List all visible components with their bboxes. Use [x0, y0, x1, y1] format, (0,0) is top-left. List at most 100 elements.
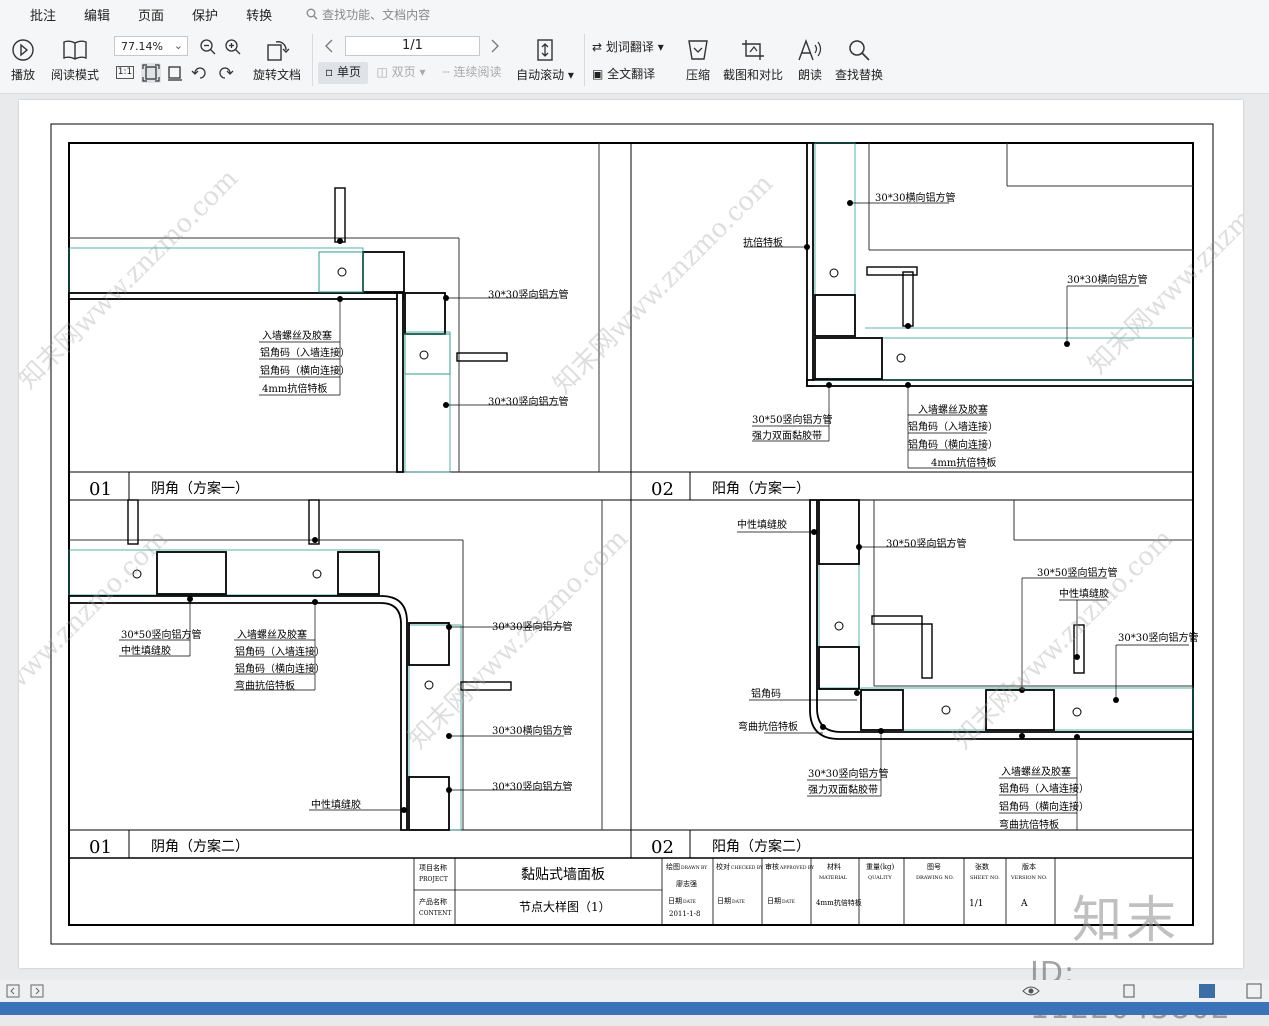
menu-edit[interactable]: 编辑 [84, 5, 110, 24]
separator [312, 34, 313, 86]
p3-label-10: 中性填缝胶 [311, 798, 361, 811]
screenshot-compare-button[interactable]: 截图和对比 [720, 38, 786, 83]
tb-drawing-no-label: 图号 [927, 863, 941, 871]
p4-label-7: 弯曲抗倍特板 [738, 720, 798, 733]
screenshot-label: 截图和对比 [722, 68, 783, 82]
continuous-read-button[interactable]: ┄ 连续阅读 [436, 62, 508, 84]
next-icon[interactable] [30, 984, 44, 998]
menu-bar: 批注 编辑 页面 保护 转换 查找功能、文档内容 [0, 0, 1269, 28]
status-bar [0, 980, 1269, 1002]
tb-weight-label: 重量(kg) [866, 863, 894, 871]
auto-scroll-label: 自动滚动 [516, 68, 565, 82]
p4-label-6: 铝角码 [751, 688, 781, 700]
menu-annotate[interactable]: 批注 [30, 5, 56, 24]
p3-label-4: 入墙螺丝及胶塞 [237, 628, 307, 641]
next-page-icon[interactable] [488, 38, 502, 54]
menu-page[interactable]: 页面 [138, 5, 164, 24]
watermark-logo: 知末 [1072, 891, 1180, 949]
tb-checked-en: CHECKED BY [731, 865, 764, 871]
tb-date-label-1: 日期 [668, 897, 682, 905]
single-page-label: 单页 [336, 65, 361, 79]
p1-label-1: 30*30竖向铝方管 [488, 288, 568, 301]
compress-button[interactable]: 压缩 [680, 38, 716, 83]
watermark-text: 知末网www.znzmo.com [548, 169, 779, 400]
find-replace-button[interactable]: 查找替换 [832, 38, 886, 83]
tb-date-en-1: DATE [683, 899, 696, 905]
tb-sheet-label: 张数 [975, 862, 989, 871]
tb-date-label-3: 日期 [767, 897, 781, 905]
double-page-label: 双页 [391, 65, 416, 79]
search-placeholder: 查找功能、文档内容 [322, 7, 431, 22]
document-page: 01 阴角（方案一） 02 阳角（方案一） 01 阴角（方案二） 02 阳角（方… [0, 100, 1269, 968]
tb-material-label: 材料 [827, 862, 841, 871]
prev-page-icon[interactable] [322, 38, 336, 54]
menu-convert[interactable]: 转换 [246, 5, 272, 24]
book-icon [63, 40, 87, 60]
fit-width-icon[interactable] [166, 64, 184, 82]
send-icon[interactable] [1198, 983, 1216, 999]
tb-project-label: 项目名称 [419, 863, 447, 872]
fit-page-icon[interactable] [141, 63, 161, 83]
tb-date-en-2: DATE [732, 899, 745, 905]
tb-version-value: A [1020, 899, 1028, 909]
page-view-icon[interactable] [1122, 984, 1136, 998]
tb-content-label: 产品名称 [419, 897, 447, 906]
p4-label-2: 30*50竖向铝方管 [886, 537, 966, 550]
actual-size-icon[interactable]: 1:1 [116, 66, 134, 79]
menu-protect[interactable]: 保护 [192, 5, 218, 24]
double-page-button[interactable]: ◫ 双页 ▾ [372, 62, 430, 84]
p4-label-8: 30*30竖向铝方管 [808, 767, 888, 780]
tb-drawn-label: 绘图 [666, 862, 680, 871]
panel-3-number: 01 [89, 837, 112, 858]
tb-approved-label: 审核 [765, 862, 779, 871]
rotate-doc-button[interactable]: 旋转文档 [250, 38, 304, 83]
p2-label-7: 铝角码（入墙连接） [908, 420, 998, 433]
p2-label-8: 铝角码（横向连接） [908, 438, 998, 451]
read-aloud-button[interactable]: 朗读 [792, 38, 828, 83]
rotate-left-icon[interactable] [191, 64, 209, 82]
play-button[interactable]: 播放 [6, 38, 40, 83]
eye-icon[interactable] [1022, 984, 1040, 998]
zoom-select[interactable]: 77.14% ⌄ [114, 36, 188, 56]
tb-version-label: 版本 [1022, 862, 1036, 871]
search-box[interactable]: 查找功能、文档内容 [306, 6, 430, 23]
auto-scroll-button[interactable]: 自动滚动 ▾ [515, 38, 575, 83]
tb-date-label-2: 日期 [717, 897, 731, 905]
find-replace-label: 查找替换 [834, 68, 883, 82]
tb-content-label-en: CONTENT [419, 910, 451, 917]
rotate-doc-label: 旋转文档 [252, 68, 301, 82]
single-page-button[interactable]: ▫ 单页 [318, 62, 368, 84]
tb-sheet-en: SHEET NO. [970, 875, 1000, 881]
panel-2-title: 阳角（方案一） [712, 480, 810, 497]
zoom-out-icon[interactable] [199, 38, 217, 56]
p2-label-5: 强力双面黏胶带 [752, 429, 822, 442]
read-mode-button[interactable]: 阅读模式 [48, 38, 102, 83]
continuous-icon: ┄ [442, 65, 450, 79]
panel-4-title: 阳角（方案二） [712, 838, 810, 855]
full-translate-button[interactable]: ▣ 全文翻译 [592, 65, 676, 82]
word-translate-button[interactable]: ⇄ 划词翻译 ▾ [592, 38, 676, 55]
page-number-input[interactable]: 1/1 [345, 36, 480, 56]
play-icon [12, 39, 34, 61]
tb-project-value: 黏贴式墙面板 [521, 867, 605, 883]
p3-label-8: 30*30横向铝方管 [492, 724, 572, 737]
taskbar [0, 1002, 1269, 1015]
p4-label-13: 弯曲抗倍特板 [999, 818, 1059, 831]
tb-drawn-value: 廖志强 [676, 879, 697, 888]
p2-label-9: 4mm抗倍特板 [931, 456, 996, 469]
auto-scroll-icon [537, 39, 553, 61]
p4-label-9: 强力双面黏胶带 [808, 783, 878, 796]
p1-label-5: 4mm抗倍特板 [262, 382, 327, 395]
p3-label-7: 弯曲抗倍特板 [235, 679, 295, 692]
screenshot-icon [742, 40, 764, 60]
separator [584, 34, 585, 86]
search-icon [306, 8, 318, 20]
tb-drawing-no-en: DRAWING NO. [916, 875, 954, 881]
tb-content-value: 节点大样图（1） [519, 899, 611, 914]
fullscreen-icon[interactable] [1246, 983, 1262, 999]
p1-label-2: 入墙螺丝及胶塞 [262, 329, 332, 342]
rotate-right-icon[interactable] [216, 64, 234, 82]
zoom-in-icon[interactable] [224, 38, 242, 56]
zoom-value: 77.14% [121, 40, 163, 53]
prev-icon[interactable] [6, 984, 20, 998]
